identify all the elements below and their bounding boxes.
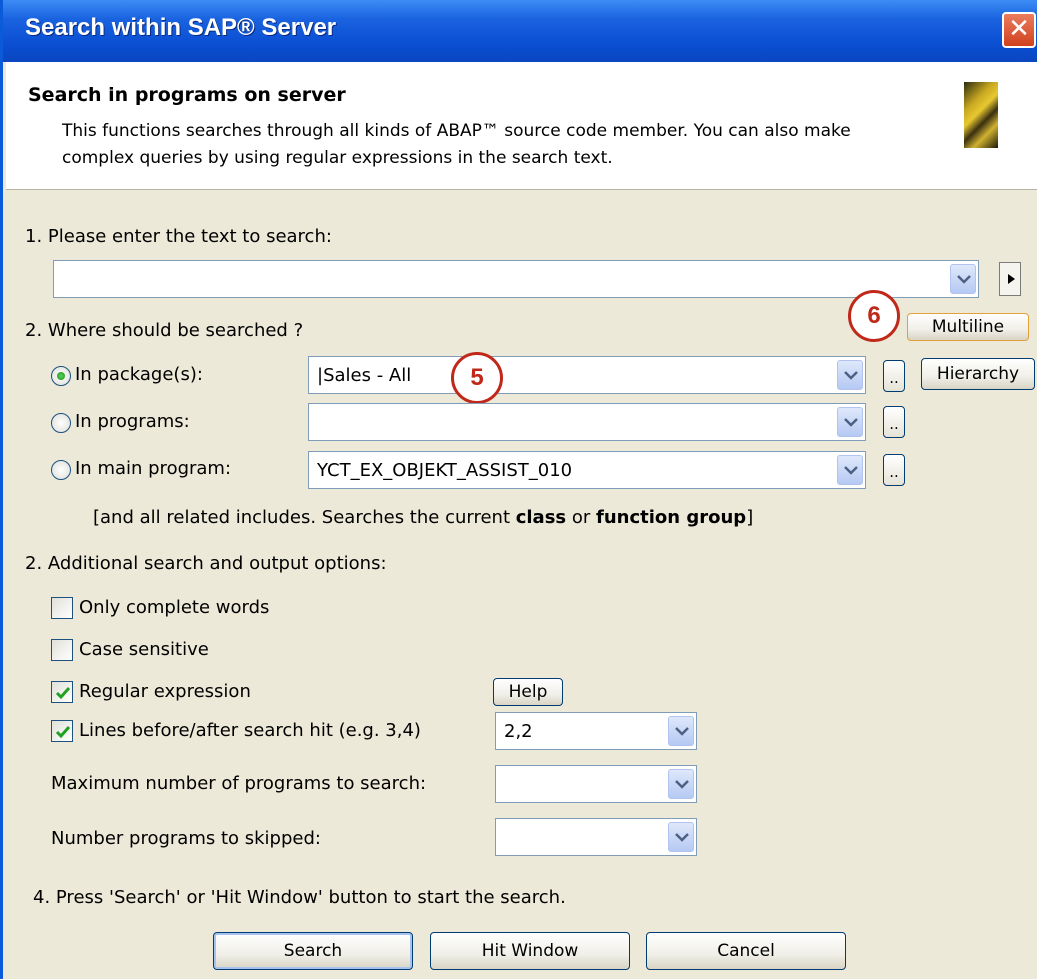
triangle-right-icon — [1008, 274, 1015, 284]
checkbox-case-sensitive[interactable] — [51, 639, 73, 661]
checkbox-regular-expression[interactable] — [51, 681, 73, 703]
hierarchy-button[interactable]: Hierarchy — [921, 358, 1035, 390]
header-description: This functions searches through all kind… — [62, 121, 851, 168]
help-button[interactable]: Help — [493, 678, 563, 706]
max-programs-label: Maximum number of programs to search: — [51, 773, 427, 794]
only-complete-words-label: Only complete words — [79, 597, 270, 618]
search-dialog: Search within SAP® Server ✕ Search in pr… — [0, 0, 1037, 979]
chevron-down-icon — [957, 275, 971, 284]
in-packages-label: In package(s): — [75, 364, 203, 385]
step4-label: 4. Press 'Search' or 'Hit Window' button… — [33, 887, 566, 908]
lines-before-after-label: Lines before/after search hit (e.g. 3,4) — [79, 720, 421, 741]
close-button[interactable]: ✕ — [1002, 12, 1036, 48]
max-programs-dropdown-button[interactable] — [668, 769, 694, 799]
main-program-browse-button[interactable]: .. — [883, 454, 905, 486]
case-sensitive-label: Case sensitive — [79, 639, 209, 660]
includes-note-function-group: function group — [596, 507, 747, 528]
includes-note-post: ] — [746, 507, 754, 528]
window-title: Search within SAP® Server — [25, 14, 337, 41]
lines-dropdown-button[interactable] — [668, 716, 694, 746]
radio-in-programs[interactable] — [51, 413, 71, 433]
multiline-button[interactable]: Multiline — [907, 313, 1029, 341]
packages-dropdown-button[interactable] — [837, 360, 863, 390]
main-program-value: YCT_EX_OBJEKT_ASSIST_010 — [317, 460, 573, 481]
cancel-button[interactable]: Cancel — [646, 932, 846, 970]
programs-combo[interactable] — [308, 403, 866, 441]
regular-expression-label: Regular expression — [79, 681, 251, 702]
includes-note-mid: or — [566, 507, 596, 528]
step3-label: 2. Additional search and output options: — [25, 553, 387, 574]
skip-programs-combo[interactable] — [495, 818, 697, 856]
includes-note-class: class — [515, 507, 567, 528]
header-title: Search in programs on server — [28, 84, 346, 106]
packages-value: |Sales - All — [317, 365, 412, 386]
checkbox-lines-before-after[interactable] — [51, 720, 73, 742]
search-text-combo[interactable] — [53, 260, 979, 298]
chevron-down-icon — [844, 466, 858, 475]
skip-programs-label: Number programs to skipped: — [51, 828, 321, 849]
radio-in-main-program[interactable] — [51, 460, 71, 480]
lines-before-after-combo[interactable]: 2,2 — [495, 712, 697, 750]
chevron-down-icon — [844, 371, 858, 380]
includes-note: [and all related includes. Searches the … — [93, 507, 753, 528]
search-text-dropdown-button[interactable] — [950, 264, 976, 294]
skip-programs-dropdown-button[interactable] — [668, 822, 694, 852]
expand-arrow-button[interactable] — [999, 262, 1021, 296]
checkbox-only-complete-words[interactable] — [51, 597, 73, 619]
main-program-combo[interactable]: YCT_EX_OBJEKT_ASSIST_010 — [308, 451, 866, 489]
callout-six: 6 — [848, 290, 900, 342]
checkmark-icon — [55, 726, 71, 739]
includes-note-pre: [and all related includes. Searches the … — [93, 507, 516, 528]
wheat-logo-icon — [964, 82, 998, 148]
programs-browse-button[interactable]: .. — [883, 406, 905, 438]
main-program-dropdown-button[interactable] — [837, 455, 863, 485]
title-bar[interactable]: Search within SAP® Server ✕ — [3, 0, 1037, 62]
header-panel: Search in programs on server This functi… — [6, 62, 1037, 190]
step2-label: 2. Where should be searched ? — [25, 320, 304, 341]
search-button[interactable]: Search — [213, 932, 413, 970]
chevron-down-icon — [675, 833, 689, 842]
radio-in-packages[interactable] — [51, 366, 71, 386]
checkmark-icon — [55, 687, 71, 700]
lines-before-after-value: 2,2 — [504, 721, 533, 742]
in-programs-label: In programs: — [75, 411, 190, 432]
callout-five: 5 — [451, 352, 503, 404]
packages-combo[interactable]: |Sales - All — [308, 356, 866, 394]
programs-dropdown-button[interactable] — [837, 407, 863, 437]
chevron-down-icon — [675, 780, 689, 789]
packages-browse-button[interactable]: .. — [883, 360, 905, 392]
max-programs-combo[interactable] — [495, 765, 697, 803]
chevron-down-icon — [675, 727, 689, 736]
hit-window-button[interactable]: Hit Window — [430, 932, 630, 970]
in-main-program-label: In main program: — [75, 458, 232, 479]
step1-label: 1. Please enter the text to search: — [25, 226, 332, 247]
chevron-down-icon — [844, 418, 858, 427]
